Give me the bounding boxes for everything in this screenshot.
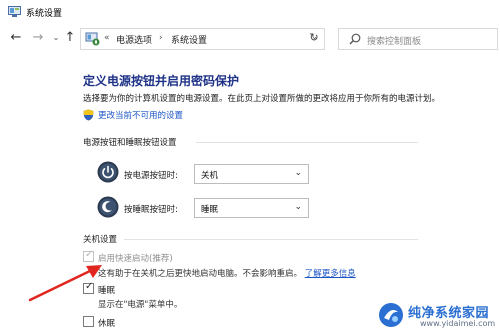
learn-more-link[interactable]: 了解更多信息 xyxy=(305,269,356,279)
power-button-label: 按电源按钮时: xyxy=(124,171,178,181)
title-bar: 系统设置 xyxy=(0,0,500,24)
watermark-url: www.yidaimei.com xyxy=(420,319,496,328)
sleep-button-icon xyxy=(97,196,119,218)
breadcrumb-system-settings[interactable]: 系统设置 xyxy=(171,33,207,46)
change-settings-link-text[interactable]: 更改当前不可用的设置 xyxy=(98,109,183,121)
sleep-button-action-value: 睡眠 xyxy=(201,205,219,215)
hibernate-checkbox[interactable] xyxy=(83,316,94,327)
sleep-checkbox[interactable]: ✓ xyxy=(83,281,94,294)
power-button-action-select[interactable]: 关机 ⌄ xyxy=(194,164,309,184)
window-title: 系统设置 xyxy=(26,9,63,19)
breadcrumb-separator[interactable]: › xyxy=(159,33,163,43)
shutdown-section-title: 关机设置 xyxy=(83,235,118,245)
hibernate-label: 休眠 xyxy=(98,319,116,329)
search-box[interactable]: 搜索控制面板 xyxy=(338,28,498,50)
power-section-title: 电源按钮和睡眠按钮设置 xyxy=(83,138,177,148)
forward-arrow-icon[interactable]: → xyxy=(30,30,46,46)
page-title: 定义电源按钮并启用密码保护 xyxy=(83,74,240,88)
sleep-description: 显示在"电源"菜单中。 xyxy=(98,300,183,310)
watermark-logo-icon xyxy=(379,303,403,327)
sleep-button-action-select[interactable]: 睡眠 ⌄ xyxy=(194,198,309,218)
site-watermark: 纯净系统家园 www.yidaimei.com xyxy=(376,298,500,333)
control-panel-icon xyxy=(8,6,21,17)
breadcrumb-power-options[interactable]: 电源选项 xyxy=(116,33,152,46)
control-panel-icon xyxy=(85,32,100,46)
fast-startup-checkbox[interactable]: ✓ xyxy=(83,249,94,262)
sleep-button-label: 按睡眠按钮时: xyxy=(124,205,178,215)
fast-startup-label: 启用快速启动(推荐) xyxy=(98,254,173,264)
checkmark-icon: ✓ xyxy=(85,281,94,292)
breadcrumb-overflow[interactable]: « xyxy=(104,33,110,43)
address-bar[interactable]: « 电源选项 › 系统设置 ⌄ xyxy=(80,28,325,50)
fast-startup-description-text: 这有助于在关机之后更快地启动电脑。不会影响重启。 xyxy=(98,269,303,279)
up-arrow-icon[interactable]: ↑ xyxy=(62,30,78,46)
navigation-bar: ← → ⌄ ↑ « 电源选项 › 系统设置 ⌄ ↻ 搜索控制面板 xyxy=(0,24,500,54)
fast-startup-description: 这有助于在关机之后更快地启动电脑。不会影响重启。 了解更多信息 xyxy=(98,267,356,279)
sleep-label: 睡眠 xyxy=(98,286,116,296)
search-placeholder[interactable]: 搜索控制面板 xyxy=(367,34,421,47)
uac-shield-icon xyxy=(83,109,94,121)
search-icon xyxy=(349,33,361,45)
chevron-down-icon: ⌄ xyxy=(294,168,302,178)
power-button-action-value: 关机 xyxy=(201,171,219,181)
page-description: 选择要为你的计算机设置的电源设置。在此页上对设置所做的更改将应用于你所有的电源计… xyxy=(83,94,441,104)
section-divider xyxy=(196,142,418,143)
section-divider xyxy=(124,239,418,240)
back-arrow-icon[interactable]: ← xyxy=(8,30,24,46)
refresh-icon[interactable]: ↻ xyxy=(306,30,322,46)
checkmark-icon: ✓ xyxy=(85,249,94,260)
power-button-icon xyxy=(97,161,119,183)
chevron-down-icon: ⌄ xyxy=(294,202,302,212)
